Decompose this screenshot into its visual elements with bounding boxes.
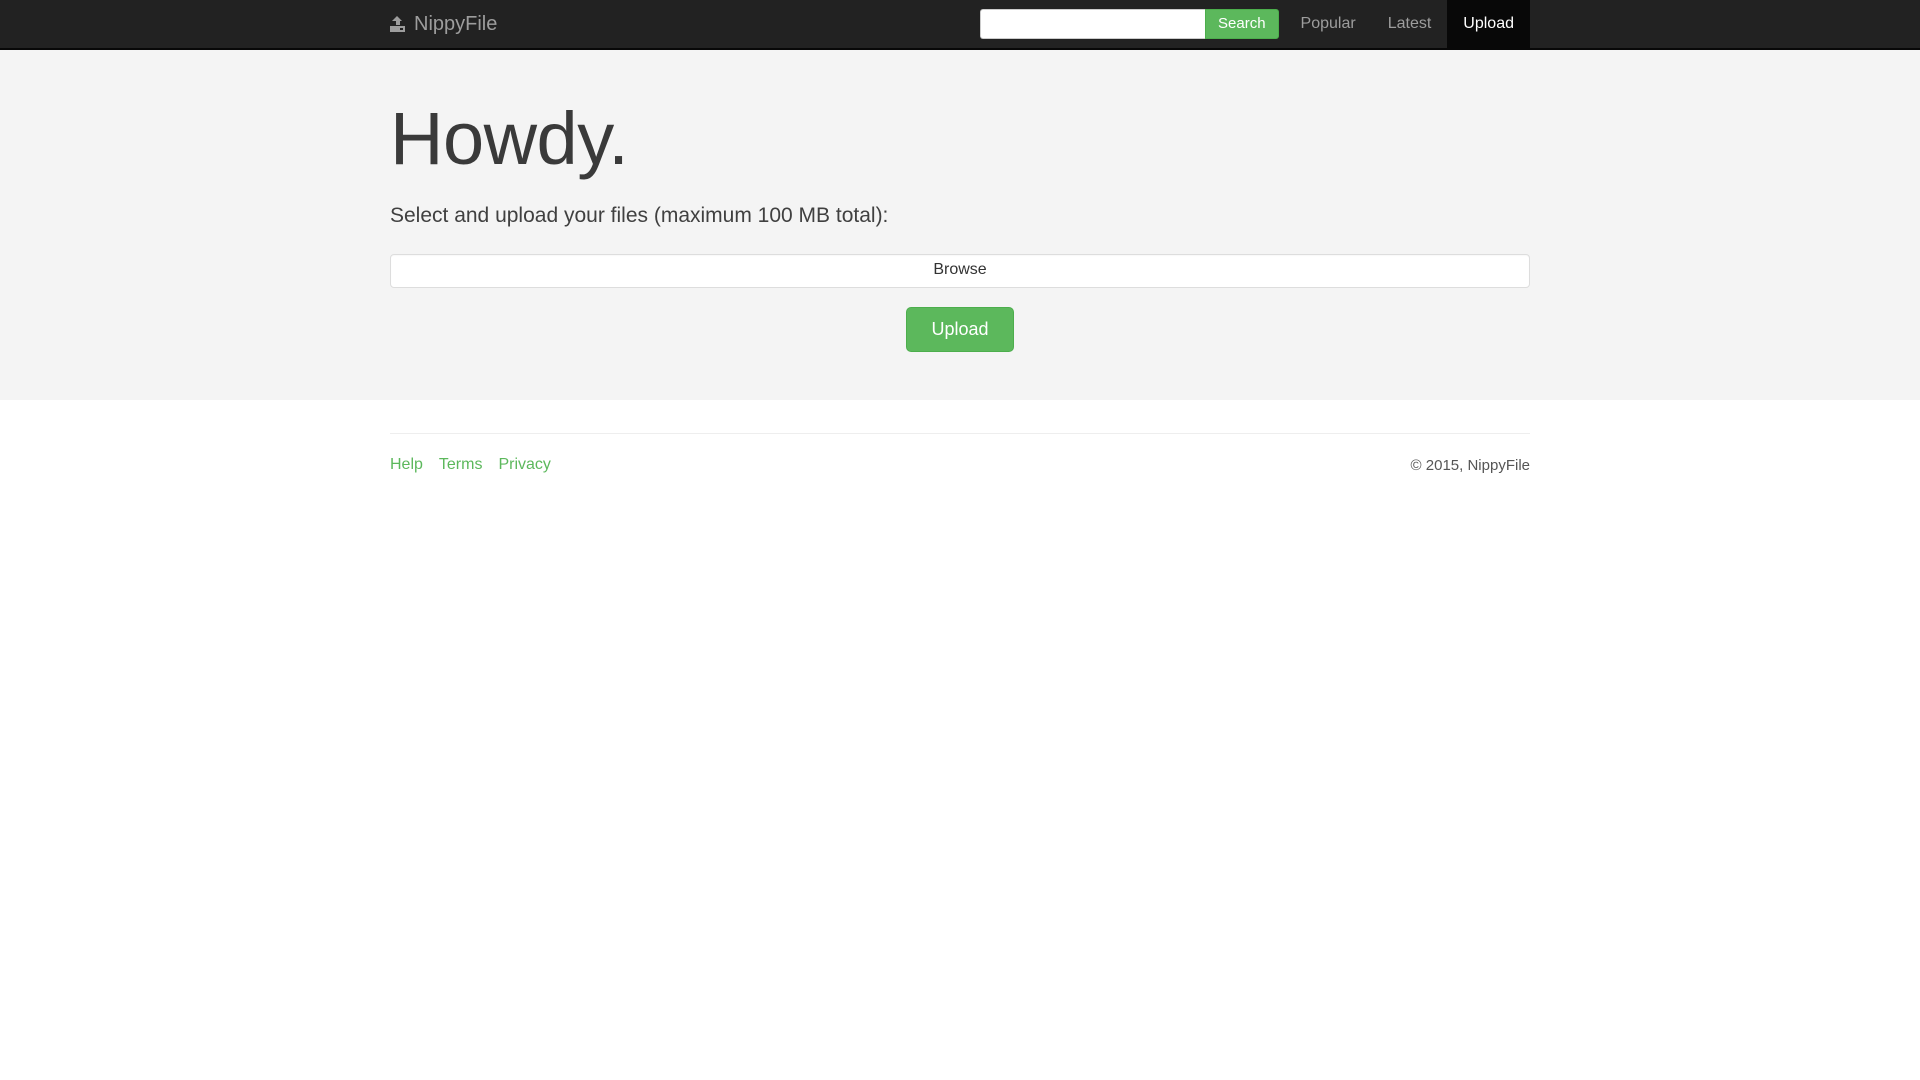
footer-link-terms[interactable]: Terms <box>439 454 483 477</box>
browse-file-input[interactable]: Browse <box>390 253 1530 288</box>
page-title: Howdy. <box>390 97 629 180</box>
page-root: NippyFile Search Popular Latest Upload H… <box>0 0 1920 1080</box>
copyright-text: © 2015, NippyFile <box>1410 457 1530 475</box>
hero-section: Howdy. Select and upload your files (max… <box>0 50 1920 401</box>
nav-item-latest[interactable]: Latest <box>1372 0 1448 48</box>
nav-item-upload[interactable]: Upload <box>1447 0 1530 48</box>
upload-button-row: Upload <box>390 306 1530 353</box>
footer-links: Help Terms Privacy <box>390 454 551 477</box>
nav-item-popular[interactable]: Popular <box>1285 0 1372 48</box>
brand-logo[interactable]: NippyFile <box>390 0 512 48</box>
brand-label: NippyFile <box>414 13 498 35</box>
search-form: Search <box>980 0 1279 48</box>
footer-link-help[interactable]: Help <box>390 454 423 477</box>
navbar-nav: Popular Latest Upload <box>1285 0 1530 48</box>
nav-link-upload[interactable]: Upload <box>1447 0 1530 48</box>
nav-link-popular[interactable]: Popular <box>1285 0 1372 48</box>
search-input[interactable] <box>980 9 1206 39</box>
navbar: NippyFile Search Popular Latest Upload <box>0 0 1920 50</box>
nav-link-latest[interactable]: Latest <box>1372 0 1448 48</box>
upload-icon <box>390 16 405 32</box>
browse-label: Browse <box>933 261 987 279</box>
hero-subtitle: Select and upload your files (maximum 10… <box>390 204 889 228</box>
footer: Help Terms Privacy © 2015, NippyFile <box>0 433 1920 478</box>
search-button[interactable]: Search <box>1205 9 1279 39</box>
navbar-right-group: Search Popular Latest Upload <box>980 0 1530 48</box>
upload-button[interactable]: Upload <box>906 306 1014 353</box>
footer-link-privacy[interactable]: Privacy <box>498 454 550 477</box>
